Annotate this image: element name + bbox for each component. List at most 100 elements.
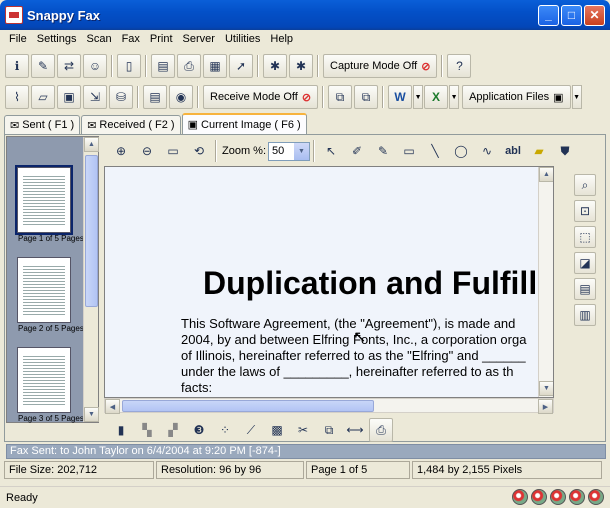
title-bar[interactable]: Snappy Fax _ □ ✕: [0, 0, 610, 30]
thumbnail-page-3[interactable]: [17, 347, 71, 413]
word-dropdown-arrow[interactable]: ▼: [413, 85, 424, 109]
scroll-down-arrow[interactable]: ▼: [539, 381, 553, 396]
viewer-vertical-scrollbar[interactable]: ▲ ▼: [538, 167, 553, 397]
capture-mode-button[interactable]: Capture Mode Off ⊘: [323, 54, 438, 78]
application-files-dropdown-arrow[interactable]: ▼: [571, 85, 582, 109]
rotate-image-icon[interactable]: ⟲: [187, 139, 211, 163]
copy-pages-icon[interactable]: ⧉: [328, 85, 353, 109]
fax-machine-icon[interactable]: ▤: [151, 54, 175, 78]
zoom-select[interactable]: 50 ▼: [268, 141, 311, 161]
menu-scan[interactable]: Scan: [81, 33, 116, 45]
noise-icon[interactable]: ⁘: [213, 418, 237, 442]
scroll-down-arrow[interactable]: ▼: [84, 407, 99, 422]
zoom-out-icon[interactable]: ⊖: [135, 139, 159, 163]
scroll-right-arrow[interactable]: ▶: [538, 399, 553, 414]
fax-document-icon[interactable]: ▤: [143, 85, 167, 109]
word-document-icon[interactable]: W: [388, 85, 413, 109]
black-bar-icon[interactable]: ▮: [109, 418, 133, 442]
broom-icon[interactable]: ⌇: [5, 85, 29, 109]
ellipse-tool-icon[interactable]: ◯: [449, 139, 473, 163]
send-fax-icon[interactable]: ➚: [229, 54, 253, 78]
users-icon[interactable]: ☺: [83, 54, 107, 78]
menu-fax[interactable]: Fax: [117, 33, 145, 45]
crop-icon[interactable]: ⬚: [574, 226, 596, 248]
image-adjust-icon[interactable]: ▩: [265, 418, 289, 442]
stamp-icon[interactable]: ⛊: [553, 139, 577, 163]
save-icon[interactable]: ▣: [57, 85, 81, 109]
info-icon[interactable]: ℹ: [5, 54, 29, 78]
printer-icon[interactable]: ⎙: [177, 54, 201, 78]
receive-status-icon[interactable]: [531, 489, 547, 505]
line-tool-icon[interactable]: ╲: [423, 139, 447, 163]
scroll-up-arrow[interactable]: ▲: [539, 167, 553, 182]
select-region-icon[interactable]: ⊡: [574, 200, 596, 222]
thumbnail-scrollbar[interactable]: ▲ ▼: [83, 137, 99, 422]
bug-alert-icon[interactable]: ✱: [289, 54, 313, 78]
despeckle-icon[interactable]: ▚: [135, 418, 159, 442]
line-removal-icon[interactable]: ⟋: [239, 418, 263, 442]
scroll-up-arrow[interactable]: ▲: [84, 137, 99, 152]
edit-document-icon[interactable]: ✎: [31, 54, 55, 78]
scanner-icon[interactable]: ◉: [169, 85, 193, 109]
help-icon[interactable]: ?: [447, 54, 472, 78]
freehand-tool-icon[interactable]: ∿: [475, 139, 499, 163]
scroll-left-arrow[interactable]: ◀: [105, 399, 120, 414]
minimize-button[interactable]: _: [538, 4, 559, 26]
tab-received[interactable]: ✉ Received ( F2 ): [81, 115, 181, 134]
document-body: This Software Agreement, (the "Agreement…: [181, 316, 527, 395]
scissors-icon[interactable]: ✂: [291, 418, 315, 442]
merge-pages-icon[interactable]: ⧉: [317, 418, 341, 442]
ocr-icon[interactable]: ▤: [574, 278, 596, 300]
tab-current-image[interactable]: ▣ Current Image ( F6 ): [181, 113, 307, 134]
thumbnail-scroll-thumb[interactable]: [85, 155, 98, 307]
chevron-down-icon[interactable]: ▼: [294, 142, 310, 160]
snappy-fax-app-icon[interactable]: [5, 6, 23, 24]
network-icon[interactable]: ⇄: [57, 54, 81, 78]
blank-page-icon[interactable]: ▯: [117, 54, 141, 78]
stretch-icon[interactable]: ⟷: [343, 418, 367, 442]
eraser-icon[interactable]: ✐: [345, 139, 369, 163]
deskew-icon[interactable]: ▞: [161, 418, 185, 442]
menu-server[interactable]: Server: [178, 33, 220, 45]
zoom-in-icon[interactable]: ⊕: [109, 139, 133, 163]
chart-icon[interactable]: ◪: [574, 252, 596, 274]
menu-file[interactable]: File: [4, 33, 32, 45]
open-folder-icon[interactable]: ▱: [31, 85, 55, 109]
maximize-button[interactable]: □: [561, 4, 582, 26]
rectangle-tool-icon[interactable]: ▭: [397, 139, 421, 163]
fax-status-icon[interactable]: [512, 489, 528, 505]
receive-mode-button[interactable]: Receive Mode Off ⊘: [203, 85, 319, 109]
text-tool-icon[interactable]: abl: [501, 139, 525, 163]
book-icon[interactable]: ▥: [574, 304, 596, 326]
database-icon[interactable]: ⛁: [109, 85, 133, 109]
horizontal-scroll-thumb[interactable]: [122, 400, 374, 412]
menu-help[interactable]: Help: [265, 33, 298, 45]
capture-status-icon[interactable]: [550, 489, 566, 505]
viewer-horizontal-scrollbar[interactable]: ◀ ▶: [104, 398, 554, 414]
menu-print[interactable]: Print: [145, 33, 178, 45]
thumbnail-page-2[interactable]: [17, 257, 71, 323]
duplicate-pages-icon[interactable]: ⧉: [354, 85, 379, 109]
thumbnail-panel[interactable]: Page 1 of 5 Pages Page 2 of 5 Pages Page…: [6, 136, 99, 423]
highlight-3-icon[interactable]: ❸: [187, 418, 211, 442]
excel-dropdown-arrow[interactable]: ▼: [449, 85, 460, 109]
close-button[interactable]: ✕: [584, 4, 605, 26]
bug-icon[interactable]: ✱: [263, 54, 287, 78]
sticky-note-icon[interactable]: ▰: [527, 139, 551, 163]
excel-document-icon[interactable]: X: [424, 85, 449, 109]
modem-status-icon[interactable]: [588, 489, 604, 505]
magnifier-icon[interactable]: ⌕: [574, 174, 596, 196]
menu-utilities[interactable]: Utilities: [220, 33, 265, 45]
thumbnail-page-1[interactable]: [15, 165, 73, 235]
application-files-button[interactable]: Application Files ▣: [462, 85, 571, 109]
server-status-icon[interactable]: [569, 489, 585, 505]
tab-sent[interactable]: ✉ Sent ( F1 ): [4, 115, 81, 134]
export-icon[interactable]: ⇲: [83, 85, 107, 109]
pointer-icon[interactable]: ↖: [319, 139, 343, 163]
fit-page-icon[interactable]: ▭: [161, 139, 185, 163]
highlighter-icon[interactable]: ✎: [371, 139, 395, 163]
menu-settings[interactable]: Settings: [32, 33, 82, 45]
image-viewer[interactable]: Duplication and Fulfill This Software Ag…: [104, 166, 554, 398]
modem-icon[interactable]: ▦: [203, 54, 227, 78]
print-preview-icon[interactable]: ⎙: [369, 418, 393, 442]
